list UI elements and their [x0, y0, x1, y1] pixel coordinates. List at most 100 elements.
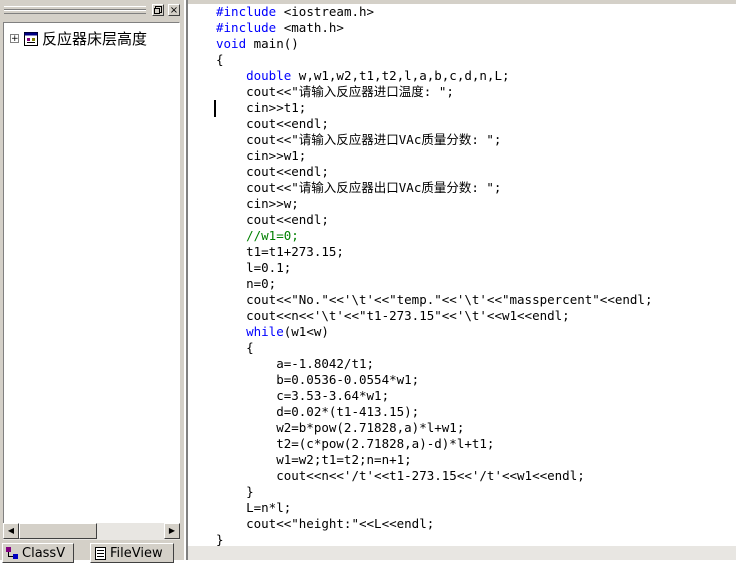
code-line[interactable]: d=0.02*(t1-413.15); [216, 404, 653, 420]
code-line[interactable]: { [216, 340, 653, 356]
code-line[interactable]: } [216, 484, 653, 500]
code-token: } [216, 484, 254, 499]
code-line[interactable]: a=-1.8042/t1; [216, 356, 653, 372]
code-line[interactable]: w1=w2;t1=t2;n=n+1; [216, 452, 653, 468]
code-line[interactable]: { [216, 52, 653, 68]
tree-horizontal-scrollbar[interactable]: ◀ ▶ [3, 523, 180, 540]
code-token: l=0.1; [216, 260, 292, 275]
code-line[interactable]: cout<<endl; [216, 212, 653, 228]
class-view-icon [6, 546, 19, 560]
code-keyword: while [246, 324, 284, 339]
code-token: cout<<"No."<<'\t'<<"temp."<<'\t'<<"massp… [216, 292, 653, 307]
code-line[interactable]: cin>>t1; [216, 100, 653, 116]
code-token: cout<<"height:"<<L<<endl; [216, 516, 435, 531]
code-token: t2=(c*pow(2.71828,a)-d)*l+t1; [216, 436, 495, 451]
pane-titlebar[interactable]: × [0, 0, 184, 20]
code-token: cout<<"请输入反应器出口VAc质量分数: "; [216, 180, 502, 195]
editor-gutter [188, 4, 212, 544]
code-line[interactable]: c=3.53-3.64*w1; [216, 388, 653, 404]
code-line[interactable]: cout<<"请输入反应器进口VAc质量分数: "; [216, 132, 653, 148]
code-line[interactable]: cout<<n<<'/t'<<t1-273.15<<'/t'<<w1<<endl… [216, 468, 653, 484]
code-token: w1=w2;t1=t2;n=n+1; [216, 452, 412, 467]
code-line[interactable]: w2=b*pow(2.71828,a)*l+w1; [216, 420, 653, 436]
code-line[interactable]: cout<<"请输入反应器进口温度: "; [216, 84, 653, 100]
code-editor[interactable]: #include <iostream.h> #include <math.h> vo… [186, 0, 736, 560]
scroll-left-button[interactable]: ◀ [3, 523, 19, 539]
code-token: cout<<endl; [216, 116, 329, 131]
drag-grip[interactable] [4, 10, 146, 14]
code-line[interactable]: while(w1<w) [216, 324, 653, 340]
code-token: L=n*l; [216, 500, 292, 515]
editor-horizontal-scrollbar[interactable] [188, 546, 736, 560]
class-view-pane: × + 反应器床层高度 ◀ ▶ ClassV FileView [0, 0, 184, 563]
code-line[interactable]: cout<<endl; [216, 164, 653, 180]
code-keyword: void [216, 36, 247, 51]
code-token: cout<<"请输入反应器进口温度: "; [216, 84, 454, 99]
code-line[interactable]: cin>>w1; [216, 148, 653, 164]
code-token: c=3.53-3.64*w1; [216, 388, 390, 403]
code-token: cout<<n<<'/t'<<t1-273.15<<'/t'<<w1<<endl… [216, 468, 585, 483]
tree-item-class[interactable]: + 反应器床层高度 [10, 28, 147, 48]
code-keyword: #include [216, 20, 277, 35]
code-token: w,w1,w2,t1,t2,l,a,b,c,d,n,L; [291, 68, 510, 83]
file-view-icon [94, 546, 107, 560]
scroll-thumb[interactable] [19, 523, 97, 539]
code-token: <math.h> [276, 20, 344, 35]
tab-label: ClassV [22, 545, 66, 561]
code-token: main() [246, 36, 299, 51]
code-comment: //w1=0; [246, 228, 299, 243]
code-line[interactable]: cout<<"No."<<'\t'<<"temp."<<'\t'<<"massp… [216, 292, 653, 308]
code-line[interactable]: n=0; [216, 276, 653, 292]
code-token: (w1<w) [283, 324, 329, 339]
code-line[interactable]: b=0.0536-0.0554*w1; [216, 372, 653, 388]
class-tree[interactable]: + 反应器床层高度 [3, 22, 180, 524]
close-pane-button[interactable]: × [168, 4, 180, 16]
code-line[interactable]: cout<<"请输入反应器出口VAc质量分数: "; [216, 180, 653, 196]
scroll-right-button[interactable]: ▶ [164, 523, 180, 539]
code-line[interactable]: cout<<n<<'\t'<<"t1-273.15"<<'\t'<<w1<<en… [216, 308, 653, 324]
code-line[interactable]: cout<<"height:"<<L<<endl; [216, 516, 653, 532]
code-line[interactable]: cin>>w; [216, 196, 653, 212]
restore-icon [154, 6, 162, 14]
code-token: b=0.0536-0.0554*w1; [216, 372, 420, 387]
tab-class-view[interactable]: ClassV [2, 543, 74, 563]
code-token: cin>>w; [216, 196, 299, 211]
code-line[interactable]: t1=t1+273.15; [216, 244, 653, 260]
code-token: cout<<"请输入反应器进口VAc质量分数: "; [216, 132, 502, 147]
code-token: cin>>w1; [216, 148, 307, 163]
code-line[interactable]: //w1=0; [216, 228, 653, 244]
code-line[interactable]: t2=(c*pow(2.71828,a)-d)*l+t1; [216, 436, 653, 452]
code-line[interactable]: L=n*l; [216, 500, 653, 516]
code-token: cout<<endl; [216, 164, 329, 179]
code-keyword: #include [216, 4, 277, 19]
code-line[interactable]: l=0.1; [216, 260, 653, 276]
code-token: } [216, 532, 224, 547]
code-token: <iostream.h> [276, 4, 375, 19]
code-token: t1=t1+273.15; [216, 244, 344, 259]
restore-button[interactable] [152, 4, 164, 16]
code-token: n=0; [216, 276, 277, 291]
code-token: cout<<endl; [216, 212, 329, 227]
tab-file-view[interactable]: FileView [90, 543, 174, 563]
code-line[interactable]: double w,w1,w2,t1,t2,l,a,b,c,d,n,L; [216, 68, 653, 84]
code-token: cin>>t1; [216, 100, 307, 115]
code-keyword: double [246, 68, 292, 83]
code-line[interactable]: #include <math.h> [216, 20, 653, 36]
code-token: { [216, 52, 224, 67]
code-token: { [216, 340, 254, 355]
code-line[interactable]: void main() [216, 36, 653, 52]
close-icon: × [169, 5, 179, 16]
workspace-classes-icon [24, 31, 38, 46]
tree-item-label: 反应器床层高度 [42, 29, 148, 48]
code-token: d=0.02*(t1-413.15); [216, 404, 420, 419]
code-line[interactable]: cout<<endl; [216, 116, 653, 132]
code-token: a=-1.8042/t1; [216, 356, 375, 371]
code-line[interactable]: #include <iostream.h> [216, 4, 653, 20]
code-text[interactable]: #include <iostream.h> #include <math.h> vo… [216, 4, 653, 548]
code-token: w2=b*pow(2.71828,a)*l+w1; [216, 420, 465, 435]
expand-toggle-icon[interactable]: + [10, 33, 19, 43]
code-token: cout<<n<<'\t'<<"t1-273.15"<<'\t'<<w1<<en… [216, 308, 570, 323]
